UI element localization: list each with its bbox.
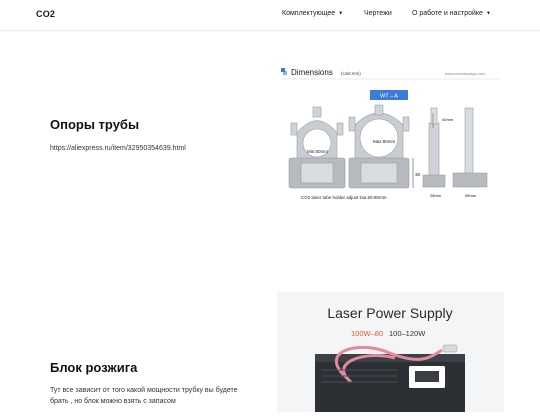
- section-text-line1: Тут все зависит от того какой мощности т…: [50, 387, 238, 394]
- site-logo[interactable]: CO2: [36, 9, 55, 19]
- dim-28: 28mm: [430, 193, 442, 198]
- nav-item-about-setup[interactable]: О работе и настройке ▼: [412, 10, 491, 17]
- nav-item-drawings[interactable]: Чертежи: [364, 10, 392, 17]
- laser-power-supply-image: Laser Power Supply 100W–80 100–120W: [277, 292, 504, 414]
- tube-holder-drawing: Dimensions (Unit:mm) www.wavetopsign.com…: [281, 68, 499, 200]
- site-header: CO2 Комплектующее ▼ Чертежи О работе и н…: [0, 0, 540, 31]
- figure-caption: CO2 laser tube holder adjust Dia.50-80mm: [301, 195, 387, 200]
- section-title-ignition-unit: Блок розжига: [50, 360, 138, 375]
- holder-side-view-2: [452, 107, 488, 188]
- figure-heading: Dimensions: [291, 68, 333, 77]
- model-badge: WT – A: [380, 94, 398, 100]
- nav-item-label: Комплектующее: [282, 10, 336, 17]
- power-range: 100–120W: [389, 329, 426, 338]
- chevron-down-icon: ▼: [338, 10, 344, 16]
- nav-item-components[interactable]: Комплектующее ▼: [282, 10, 343, 17]
- figure-unit: (Unit:mm): [341, 71, 361, 76]
- holder-middle: [348, 104, 410, 189]
- section-text-line2: брать , но блок можно взять с запасом: [50, 398, 176, 405]
- min-diameter-label: Min:50mm: [307, 149, 328, 154]
- dim-38: 38: [415, 172, 421, 177]
- nav-item-label: О работе и настройке: [412, 10, 483, 17]
- figure-site: www.wavetopsign.com: [445, 71, 486, 76]
- tube-holder-image: Dimensions (Unit:mm) www.wavetopsign.com…: [277, 63, 503, 213]
- power-supply-title: Laser Power Supply: [327, 305, 452, 321]
- dim-98: 98mm: [465, 193, 477, 198]
- dim-40: 40mm: [442, 117, 454, 122]
- power-range-red: 100W–80: [351, 329, 383, 338]
- nav-item-label: Чертежи: [364, 10, 392, 17]
- chevron-down-icon: ▼: [485, 10, 491, 16]
- max-diameter-label: Max:80mm: [373, 139, 396, 144]
- section-title-tube-supports: Опоры трубы: [50, 117, 140, 132]
- power-supply-drawing: Laser Power Supply 100W–80 100–120W: [315, 305, 465, 414]
- holder-left: [288, 106, 346, 189]
- product-link[interactable]: https://aliexpress.ru/item/32950354639.h…: [50, 143, 186, 154]
